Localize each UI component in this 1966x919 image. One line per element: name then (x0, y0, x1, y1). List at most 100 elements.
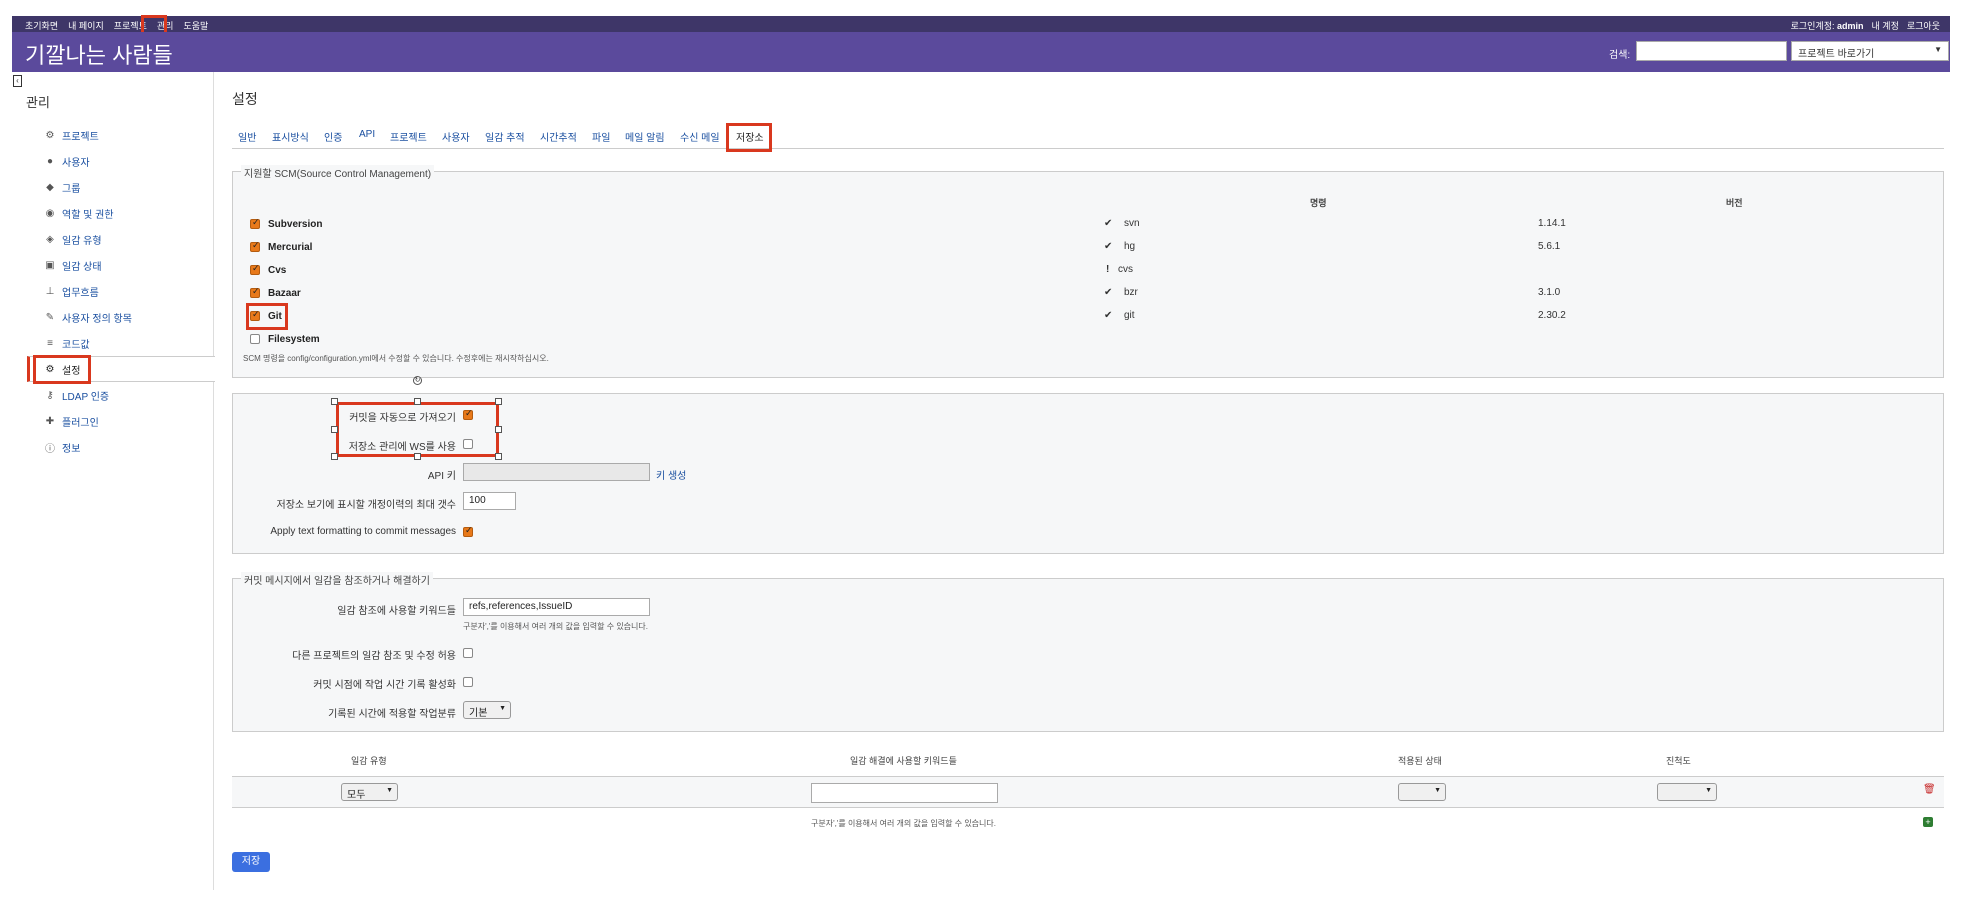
sidebar-item-custom-fields[interactable]: ✎ 사용자 정의 항목 (44, 307, 132, 327)
tab-authentication[interactable]: 인증 (324, 129, 342, 144)
login-info: 로그인계정: admin (1791, 19, 1864, 32)
sidebar-item-projects[interactable]: ⚙ 프로젝트 (44, 125, 99, 145)
tab-api[interactable]: API (359, 129, 375, 140)
menu-logout[interactable]: 로그아웃 (1907, 19, 1940, 32)
sidebar-item-trackers[interactable]: ◈ 일감 유형 (44, 229, 101, 249)
resize-handle[interactable] (331, 426, 338, 433)
resize-handle[interactable] (331, 453, 338, 460)
scm-checkbox-mercurial[interactable] (250, 240, 260, 252)
menu-help[interactable]: 도움말 (183, 19, 208, 32)
sidebar-item-users[interactable]: ● 사용자 (44, 151, 90, 171)
scm-checkbox-filesystem[interactable] (250, 334, 260, 344)
scm-checkbox-cvs[interactable] (250, 263, 260, 275)
sidebar-item-label: 코드값 (62, 339, 90, 351)
done-ratio-select[interactable]: ▼ (1657, 783, 1717, 801)
search-input[interactable] (1636, 41, 1787, 61)
text-formatting-checkbox[interactable] (463, 525, 473, 537)
sidebar-item-label: 역할 및 권한 (62, 209, 114, 221)
col-applied-status: 적용된 상태 (1398, 756, 1442, 766)
ref-keywords-hint: 구분자','를 이용해서 여러 개의 값을 입력할 수 있습니다. (463, 622, 648, 631)
cross-project-checkbox[interactable] (463, 648, 473, 658)
tab-users[interactable]: 사용자 (442, 129, 470, 144)
activity-select[interactable]: 기본 ▼ (463, 701, 511, 719)
ws-label: 저장소 관리에 WS를 사용 (348, 442, 456, 453)
scm-checkbox-bazaar[interactable] (250, 286, 260, 298)
menu-my-account[interactable]: 내 계정 (1872, 19, 1899, 32)
api-key-input[interactable] (463, 463, 650, 481)
sidebar-item-enumerations[interactable]: ≡ 코드값 (44, 333, 90, 353)
tab-general[interactable]: 일반 (238, 129, 256, 144)
scm-checkbox-subversion[interactable] (250, 217, 260, 229)
scm-command: hg (1124, 241, 1136, 252)
menu-my-page[interactable]: 내 페이지 (68, 19, 104, 32)
col-fix-keywords: 일감 해결에 사용할 키워드들 (850, 756, 957, 766)
list-icon: ≡ (47, 337, 53, 349)
save-button[interactable]: 저장 (232, 852, 270, 872)
auto-fetch-checkbox[interactable] (463, 408, 473, 420)
fix-keywords-input[interactable] (811, 783, 998, 803)
plugin-icon: ✚ (45, 415, 55, 427)
tab-display[interactable]: 표시방식 (272, 129, 309, 144)
status-icon: ▣ (45, 259, 55, 271)
sidebar-item-workflow[interactable]: ⊥ 업무흐름 (44, 281, 99, 301)
add-icon[interactable]: + (1923, 817, 1933, 827)
project-jump-select[interactable]: 프로젝트 바로가기 ▼ (1791, 41, 1949, 61)
login-label: 로그인계정: (1790, 21, 1835, 31)
tab-notifications[interactable]: 메일 알림 (625, 129, 665, 144)
applied-status-select[interactable]: ▼ (1398, 783, 1446, 801)
ws-checkbox[interactable] (463, 439, 473, 449)
sidebar-collapse-icon[interactable]: ‹ (13, 75, 22, 87)
sidebar-item-info[interactable]: ⓘ 정보 (44, 437, 80, 457)
sidebar-item-label: 정보 (62, 443, 81, 455)
scm-command: cvs (1118, 264, 1133, 275)
tag-icon: ◈ (46, 233, 54, 245)
highlight-git-checkbox (246, 303, 288, 330)
scm-version: 1.14.1 (1538, 218, 1566, 229)
info-icon: ⓘ (45, 443, 55, 455)
header: 기깔나는 사람들 검색: 프로젝트 바로가기 ▼ (12, 32, 1950, 72)
tab-time-tracking[interactable]: 시간추적 (540, 129, 577, 144)
sidebar-item-ldap[interactable]: ⚷ LDAP 인증 (44, 385, 109, 405)
sidebar-item-label: 사용자 정의 항목 (62, 313, 132, 325)
delete-icon[interactable]: 🗑 (1923, 784, 1936, 795)
ref-keywords-input[interactable]: refs,references,IssueID (463, 598, 650, 616)
sidebar-item-plugins[interactable]: ✚ 플러그인 (44, 411, 99, 431)
resize-handle[interactable] (414, 398, 421, 405)
ref-keywords-label: 일감 참조에 사용할 키워드들 (337, 606, 456, 617)
rotate-handle-icon[interactable]: ↻ (413, 376, 422, 385)
site-title: 기깔나는 사람들 (25, 43, 173, 68)
resize-handle[interactable] (495, 453, 502, 460)
tracker-select[interactable]: 모두 ▼ (341, 783, 398, 801)
project-jump-placeholder: 프로젝트 바로가기 (1798, 49, 1875, 60)
highlight-repositories-tab (726, 123, 772, 152)
resize-handle[interactable] (331, 398, 338, 405)
resize-handle[interactable] (495, 398, 502, 405)
api-key-label: API 키 (427, 471, 456, 482)
scm-row-cvs: Cvs (250, 262, 286, 278)
resize-handle[interactable] (495, 426, 502, 433)
generate-key-link[interactable]: 키 생성 (656, 467, 686, 482)
menu-home[interactable]: 초기화면 (25, 19, 58, 32)
check-icon: ✔ (1104, 310, 1113, 321)
highlight-settings-item (33, 355, 91, 384)
tab-files[interactable]: 파일 (592, 129, 610, 144)
auto-fetch-label: 커밋을 자동으로 가져오기 (349, 413, 456, 424)
user-icon: ● (46, 155, 54, 167)
tab-incoming-mail[interactable]: 수신 메일 (680, 129, 720, 144)
scm-name: Filesystem (268, 333, 320, 345)
tab-projects[interactable]: 프로젝트 (390, 129, 427, 144)
login-user[interactable]: admin (1837, 21, 1864, 31)
activity-label: 기록된 시간에 적용할 작업분류 (328, 709, 456, 720)
sidebar-item-roles[interactable]: ◉ 역할 및 권한 (44, 203, 114, 223)
scm-command: git (1124, 310, 1135, 321)
tab-issue-tracking[interactable]: 일감 추적 (485, 129, 525, 144)
scm-fieldset: 지원할 SCM(Source Control Management) (232, 165, 1944, 378)
sidebar-item-groups[interactable]: ◆ 그룹 (44, 177, 80, 197)
chevron-down-icon: ▼ (1434, 787, 1441, 794)
max-revisions-input[interactable]: 100 (463, 492, 516, 510)
chevron-down-icon: ▼ (499, 705, 506, 712)
sidebar-item-issue-statuses[interactable]: ▣ 일감 상태 (44, 255, 101, 275)
chevron-down-icon: ▼ (386, 787, 393, 794)
resize-handle[interactable] (414, 453, 421, 460)
time-log-checkbox[interactable] (463, 677, 473, 687)
